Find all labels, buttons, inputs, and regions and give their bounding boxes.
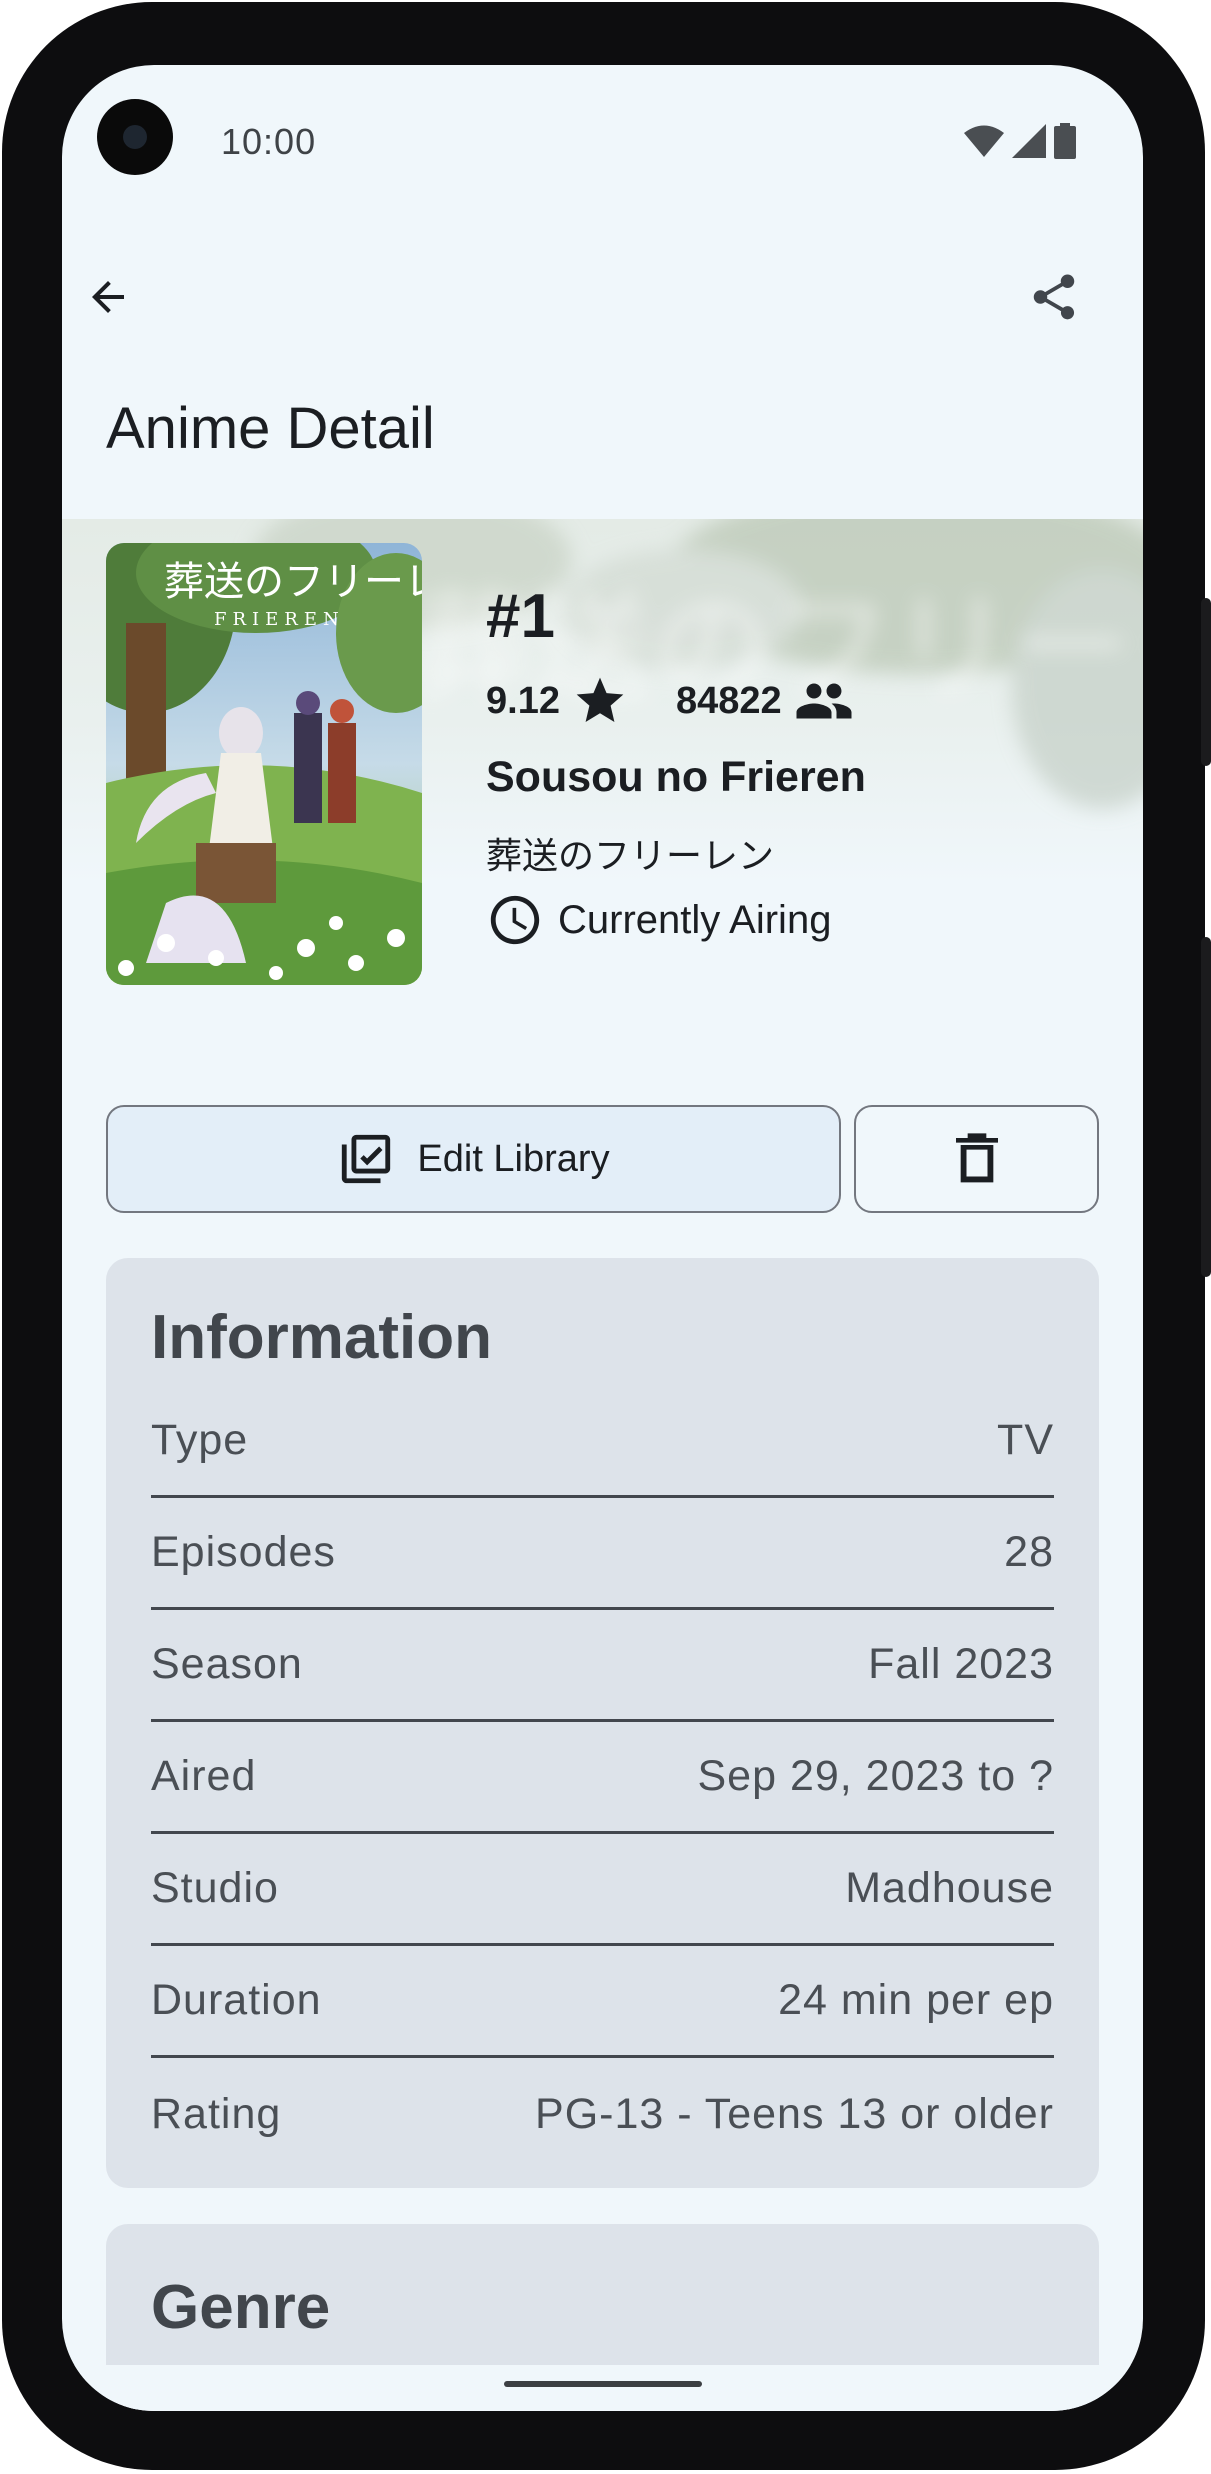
arrow-back-icon xyxy=(92,281,124,313)
airing-status-text: Currently Airing xyxy=(558,897,832,942)
star-icon xyxy=(576,677,624,722)
phone-frame: 10:00 Anime Detail 葬送のフリー 葬送のフリー FRIEREN… xyxy=(2,2,1211,2470)
anime-stats: 9.12 84822 xyxy=(486,671,854,731)
information-card: Information Type TV Episodes 28 Season F… xyxy=(106,1258,1099,2188)
info-value: 28 xyxy=(1004,1528,1054,1576)
content-clip xyxy=(62,2365,1143,2411)
info-label: Rating xyxy=(151,2089,282,2138)
info-label: Studio xyxy=(151,1864,279,1912)
info-row: Duration 24 min per ep xyxy=(151,1946,1054,2058)
info-row: Type TV xyxy=(151,1386,1054,1498)
delete-button[interactable] xyxy=(854,1105,1099,1213)
info-value: Madhouse xyxy=(845,1864,1054,1912)
status-icons xyxy=(964,123,1076,159)
anime-title-japanese: 葬送のフリーレン xyxy=(486,835,775,876)
anime-poster: 葬送のフリーレン FRIEREN xyxy=(106,543,422,985)
poster-title-text: 葬送のフリーレン xyxy=(164,559,422,605)
edit-library-label: Edit Library xyxy=(417,1137,610,1180)
info-label: Season xyxy=(151,1640,303,1688)
poster-subtitle-text: FRIEREN xyxy=(214,609,345,630)
library-add-check-icon xyxy=(342,1134,391,1184)
info-value: 24 min per ep xyxy=(778,1976,1054,2024)
anime-rank: #1 xyxy=(486,582,555,651)
info-value: Fall 2023 xyxy=(868,1640,1054,1688)
wifi-icon xyxy=(964,125,1004,157)
edit-library-button[interactable]: Edit Library xyxy=(106,1105,841,1213)
back-button[interactable] xyxy=(68,257,148,337)
info-row: Aired Sep 29, 2023 to ? xyxy=(151,1722,1054,1834)
info-label: Type xyxy=(151,1416,249,1464)
status-time: 10:00 xyxy=(221,121,317,162)
poster-image: 葬送のフリーレン FRIEREN xyxy=(106,543,422,985)
power-button xyxy=(1201,598,1211,766)
share-button[interactable] xyxy=(1014,257,1094,337)
genre-heading: Genre xyxy=(151,2273,331,2342)
airing-status: Currently Airing xyxy=(486,891,831,949)
gesture-nav-handle[interactable] xyxy=(504,2381,702,2387)
trash-icon xyxy=(955,1133,998,1183)
info-value: Sep 29, 2023 to ? xyxy=(697,1752,1054,1800)
info-row: Studio Madhouse xyxy=(151,1834,1054,1946)
volume-button xyxy=(1201,937,1211,1277)
members-value: 84822 xyxy=(675,679,782,722)
info-row: Episodes 28 xyxy=(151,1498,1054,1610)
share-icon xyxy=(1033,274,1075,320)
info-row: Season Fall 2023 xyxy=(151,1610,1054,1722)
information-heading: Information xyxy=(151,1303,492,1372)
score-value: 9.12 xyxy=(486,679,560,722)
info-label: Episodes xyxy=(151,1528,336,1576)
page-title: Anime Detail xyxy=(106,396,435,461)
info-label: Duration xyxy=(151,1976,322,2024)
cell-signal-icon xyxy=(1012,124,1046,158)
anime-title-english: Sousou no Frieren xyxy=(486,753,866,801)
device-screen: 10:00 Anime Detail 葬送のフリー 葬送のフリー FRIEREN… xyxy=(62,65,1143,2411)
info-value: TV xyxy=(997,1416,1054,1464)
info-row: Rating PG-13 - Teens 13 or older xyxy=(151,2058,1054,2170)
clock-icon xyxy=(490,895,540,945)
people-icon xyxy=(796,683,852,719)
info-label: Aired xyxy=(151,1752,257,1800)
info-value: PG-13 - Teens 13 or older xyxy=(535,2089,1054,2138)
front-camera xyxy=(97,99,173,175)
battery-icon xyxy=(1054,123,1076,159)
